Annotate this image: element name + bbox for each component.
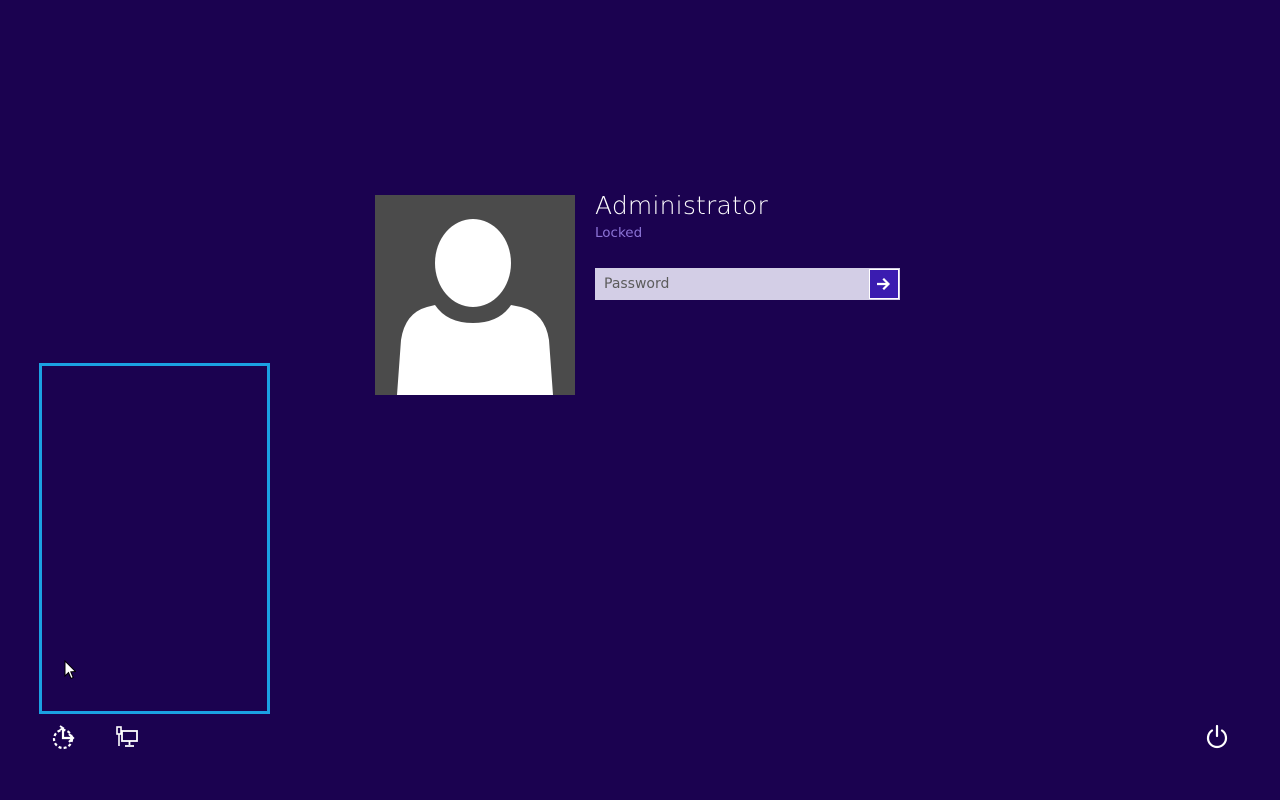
power-icon — [1206, 724, 1228, 749]
ease-of-access-icon — [52, 725, 75, 750]
user-silhouette-icon — [375, 195, 575, 395]
arrow-right-icon — [877, 278, 891, 290]
ease-of-access-button[interactable] — [48, 723, 78, 753]
user-avatar — [375, 195, 575, 395]
mouse-cursor — [64, 659, 77, 684]
network-icon — [116, 726, 138, 747]
password-box — [595, 268, 900, 300]
cursor-arrow-icon — [64, 659, 77, 680]
user-info: Administrator Locked — [595, 190, 915, 243]
submit-button[interactable] — [869, 269, 899, 299]
user-status: Locked — [595, 225, 643, 241]
network-button[interactable] — [112, 723, 142, 753]
power-button[interactable] — [1202, 722, 1232, 752]
user-name: Administrator — [595, 191, 769, 220]
password-input[interactable] — [596, 269, 869, 299]
